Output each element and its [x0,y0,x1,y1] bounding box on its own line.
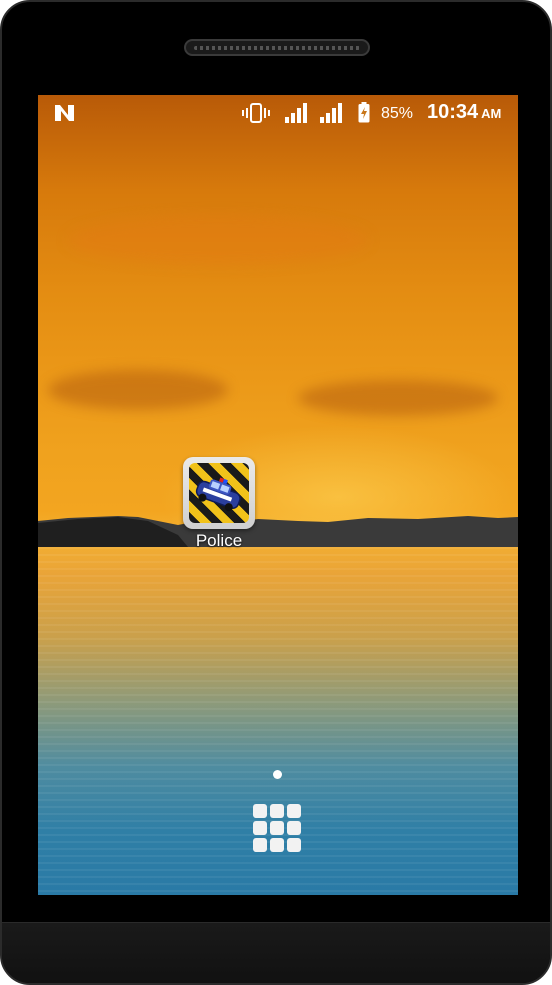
phone-device: 85% 10:34 AM Police [0,0,552,985]
app-label-police: Police [195,531,243,550]
grid-cell [253,821,267,835]
grid-cell [287,821,301,835]
wallpaper-cloud [298,380,498,416]
clock-ampm: AM [481,106,502,121]
grid-cell [253,838,267,852]
police-car-icon[interactable] [183,457,255,529]
app-drawer-grid-icon[interactable] [253,804,303,854]
phone-bottom-bezel [2,922,550,983]
n-icon [55,105,74,121]
battery-percentage: 85% [381,105,414,122]
grid-cell [270,821,284,835]
wallpaper-cloud [48,370,228,410]
earpiece-speaker [184,39,370,56]
app-shortcut-police[interactable]: Police [174,457,264,551]
vibrate-icon [242,103,270,123]
home-screen: 85% 10:34 AM Police [38,95,518,895]
grid-cell [287,804,301,818]
signal-icon-sim1 [285,103,307,123]
grid-cell [270,804,284,818]
police-app-icon-art [189,463,249,523]
police-car-icon [195,477,241,512]
wallpaper-cloud [68,215,368,265]
status-bar: 85% 10:34 AM [38,95,518,131]
signal-icon-sim2 [320,103,342,123]
page-indicator-dot [273,770,282,779]
clock-time: 10:34 [427,101,479,123]
grid-cell [287,838,301,852]
battery-charging-icon [358,102,370,123]
grid-cell [270,838,284,852]
grid-cell [253,804,267,818]
clock: 10:34 AM [427,101,501,124]
